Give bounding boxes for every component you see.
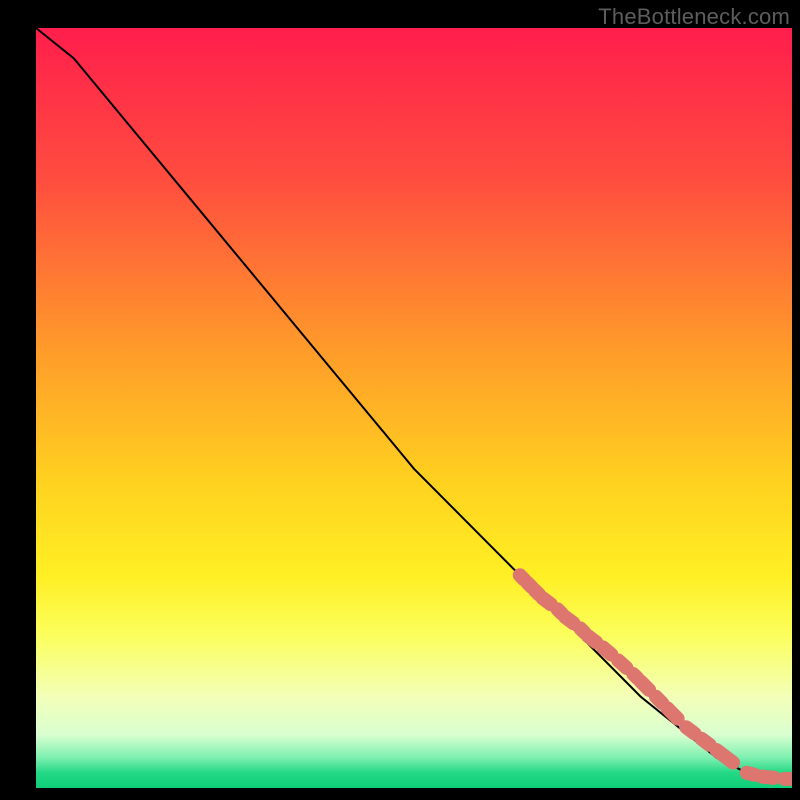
gradient-background: [36, 28, 792, 788]
data-dot: [667, 708, 677, 718]
data-dot: [747, 773, 755, 775]
data-dot: [701, 739, 709, 745]
data-dot: [656, 697, 662, 703]
data-dot: [543, 598, 551, 604]
watermark-label: TheBottleneck.com: [598, 4, 790, 30]
data-dot: [686, 727, 694, 733]
data-dot: [641, 682, 649, 690]
data-dot: [762, 777, 774, 778]
plot-area: [36, 28, 792, 788]
data-dot: [565, 617, 573, 623]
data-dot: [588, 636, 596, 642]
chart-frame: TheBottleneck.com: [0, 0, 800, 800]
data-dot: [618, 660, 626, 668]
plot-svg: [36, 28, 792, 788]
data-dot: [603, 647, 611, 654]
